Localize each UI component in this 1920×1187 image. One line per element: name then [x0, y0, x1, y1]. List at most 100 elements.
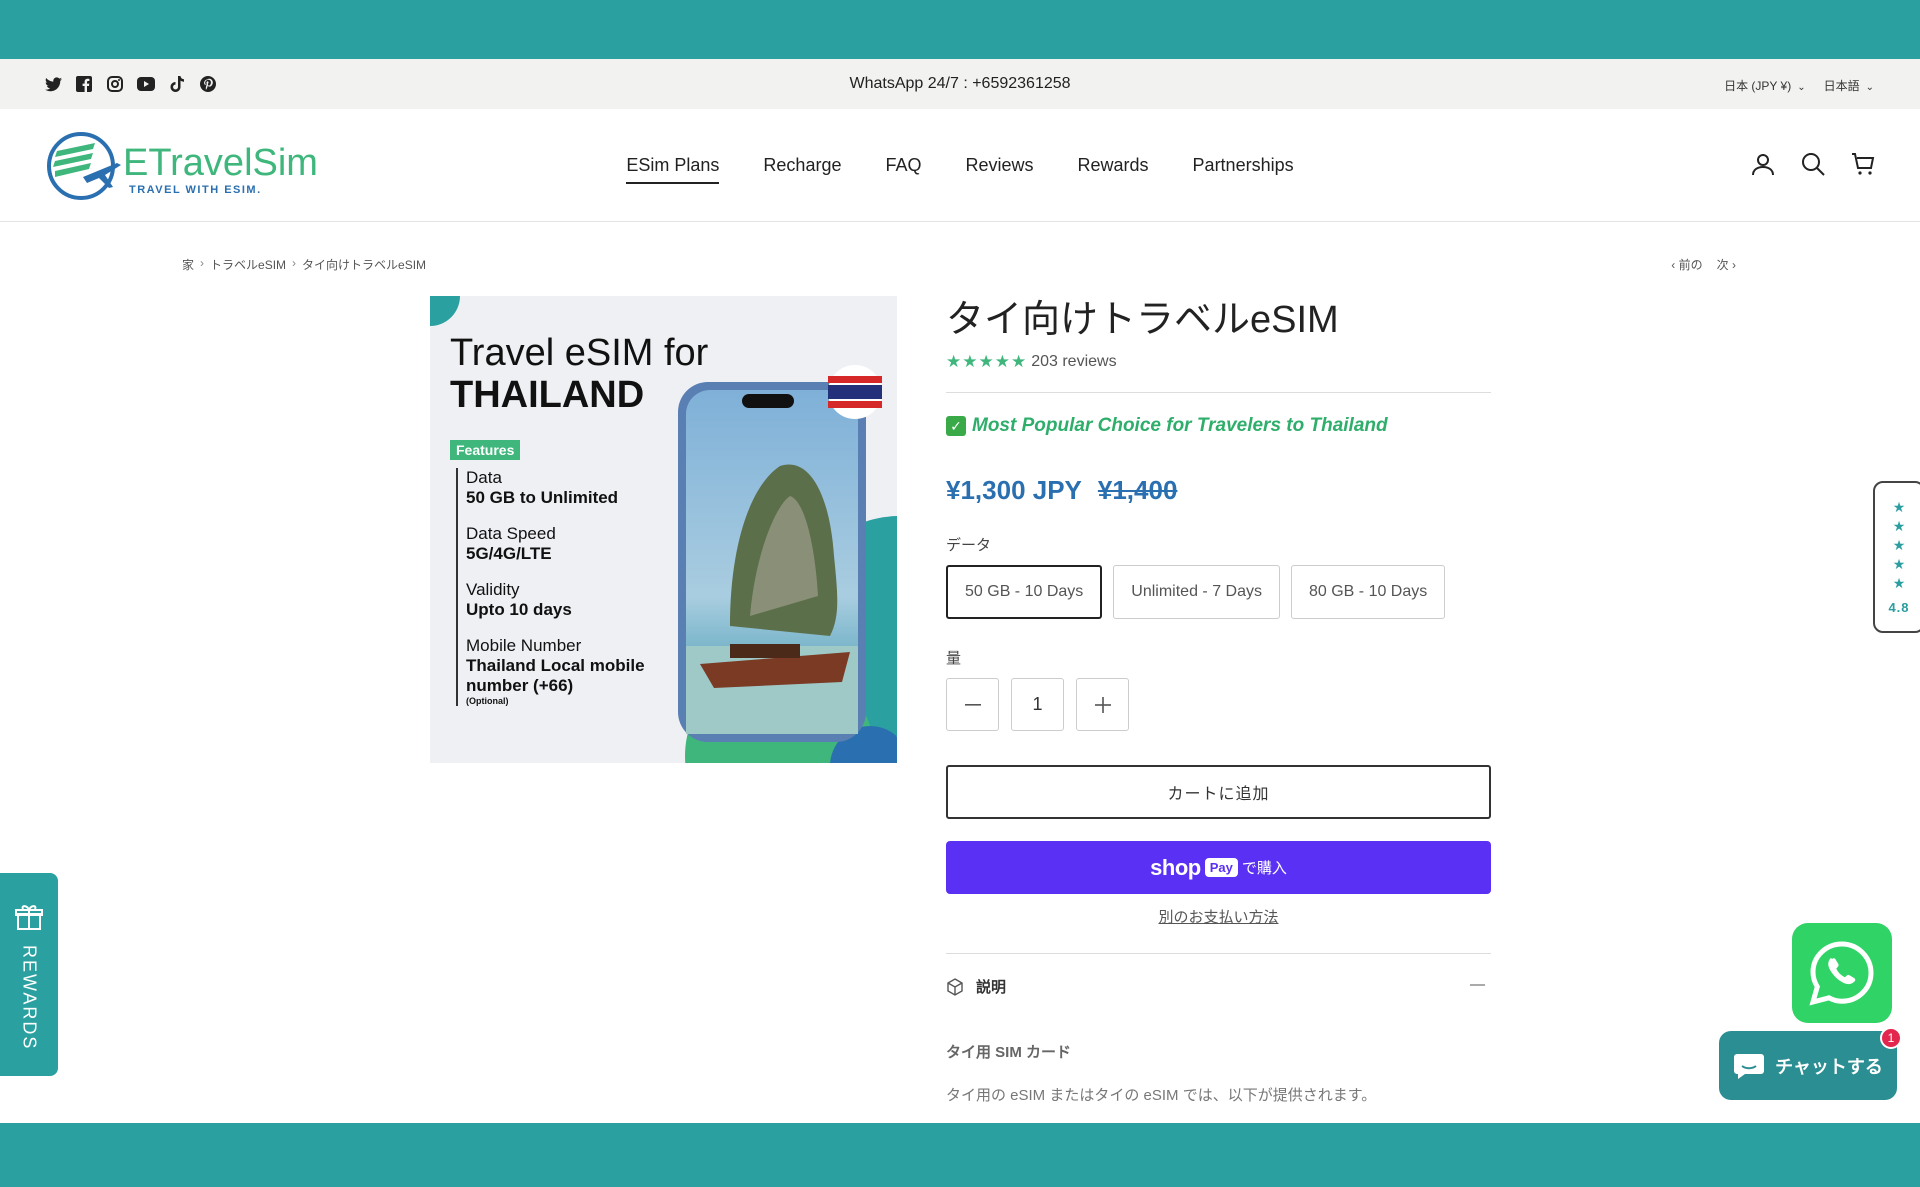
- feature-item: Data Speed 5G/4G/LTE: [466, 524, 676, 564]
- image-heading-line2: THAILAND: [450, 374, 645, 416]
- locale-selectors: 日本 (JPY ¥) ⌄ 日本語 ⌄: [1724, 77, 1874, 94]
- nav-faq[interactable]: FAQ: [885, 155, 921, 184]
- chevron-right-icon: ›: [1728, 258, 1736, 272]
- minus-icon: [964, 703, 981, 706]
- logo-tagline: TRAVEL WITH ESIM.: [129, 184, 262, 196]
- feature-value: Upto 10 days: [466, 600, 572, 619]
- feature-label: Data: [466, 468, 502, 487]
- tagline-text: Most Popular Choice for Travelers to Tha…: [972, 415, 1388, 436]
- shop-pay-buy-label: で購入: [1241, 860, 1287, 877]
- feature-value: Thailand Local mobile number (+66): [466, 656, 645, 695]
- description-label: 説明: [976, 979, 1007, 996]
- quantity-label: 量: [946, 650, 962, 667]
- nav-esim-plans[interactable]: ESim Plans: [626, 155, 720, 184]
- variant-80gb-10days[interactable]: 80 GB - 10 Days: [1290, 565, 1446, 619]
- language-selector[interactable]: 日本語 ⌄: [1824, 77, 1874, 94]
- currency-value: 日本 (JPY ¥): [1724, 79, 1792, 93]
- header-actions: [1750, 151, 1876, 177]
- chevron-left-icon: ‹: [1671, 258, 1679, 272]
- star-icon: ★: [1892, 499, 1906, 515]
- quantity-decrease-button[interactable]: [946, 678, 999, 731]
- breadcrumb-home[interactable]: 家: [182, 256, 194, 273]
- collapse-icon: —: [1470, 976, 1485, 993]
- star-icon: ★: [1892, 537, 1906, 553]
- language-value: 日本語: [1823, 79, 1860, 93]
- product-title: タイ向けトラベルeSIM: [946, 299, 1339, 341]
- shop-pay-logo: shop: [1150, 854, 1201, 880]
- feature-value: 5G/4G/LTE: [466, 544, 552, 563]
- nav-recharge[interactable]: Recharge: [763, 155, 841, 184]
- gift-icon: [15, 905, 43, 930]
- breadcrumb-travel-esim[interactable]: トラベルeSIM: [210, 256, 286, 273]
- star-icon: ★: [1892, 575, 1906, 591]
- box-icon: [947, 977, 963, 996]
- currency-selector[interactable]: 日本 (JPY ¥) ⌄: [1724, 77, 1806, 94]
- feature-label: Validity: [466, 580, 520, 599]
- data-option-label: データ: [946, 537, 992, 554]
- chevron-right-icon: ›: [200, 256, 205, 270]
- features-list: Data 50 GB to Unlimited Data Speed 5G/4G…: [456, 468, 676, 706]
- chevron-right-icon: ›: [292, 256, 297, 270]
- bottom-teal-band: [0, 1123, 1920, 1187]
- product-rating[interactable]: ★★★★★ 203 reviews: [946, 352, 1491, 372]
- whatsapp-button[interactable]: [1792, 923, 1892, 1023]
- cart-icon[interactable]: [1850, 151, 1876, 177]
- plus-icon: [1094, 696, 1111, 713]
- feature-item: Mobile Number Thailand Local mobile numb…: [466, 636, 676, 706]
- chat-notification-badge: 1: [1880, 1027, 1902, 1049]
- feature-note: (Optional): [466, 696, 509, 706]
- more-payment-options-link[interactable]: 別のお支払い方法: [946, 906, 1491, 927]
- rewards-launcher[interactable]: REWARDS: [0, 873, 58, 1076]
- nav-rewards[interactable]: Rewards: [1078, 155, 1149, 184]
- product-pagination: ‹ 前の 次 ›: [1671, 256, 1736, 273]
- whatsapp-announcement: WhatsApp 24/7 : +6592361258: [849, 75, 1071, 92]
- variant-unlimited-7days[interactable]: Unlimited - 7 Days: [1113, 565, 1280, 619]
- feature-value: 50 GB to Unlimited: [466, 488, 619, 507]
- main-nav: ESim Plans Recharge FAQ Reviews Rewards …: [0, 155, 1920, 184]
- account-icon[interactable]: [1750, 151, 1776, 177]
- quantity-increase-button[interactable]: [1076, 678, 1129, 731]
- review-count: 203 reviews: [1031, 353, 1117, 370]
- compare-price: ¥1,400: [1097, 475, 1178, 505]
- reviews-side-widget[interactable]: ★ ★ ★ ★ ★ 4.8: [1873, 481, 1920, 633]
- nav-partnerships[interactable]: Partnerships: [1193, 155, 1294, 184]
- shop-pay-button[interactable]: shop Pay で購入: [946, 841, 1491, 894]
- nav-reviews[interactable]: Reviews: [965, 155, 1033, 184]
- variant-50gb-10days[interactable]: 50 GB - 10 Days: [946, 565, 1103, 619]
- rewards-label: REWARDS: [19, 945, 40, 1051]
- rating-score: 4.8: [1888, 600, 1910, 615]
- feature-label: Data Speed: [466, 524, 556, 543]
- divider: [946, 392, 1491, 393]
- quantity-input[interactable]: 1: [1011, 678, 1064, 731]
- chevron-down-icon: ⌄: [1797, 82, 1806, 93]
- shop-pay-badge: Pay: [1204, 858, 1238, 877]
- price-block: ¥1,300 JPY ¥1,400: [946, 475, 1491, 506]
- breadcrumb: 家 › トラベルeSIM › タイ向けトラベルeSIM: [182, 256, 426, 273]
- search-icon[interactable]: [1800, 151, 1826, 177]
- feature-item: Data 50 GB to Unlimited: [466, 468, 676, 508]
- next-product-link[interactable]: 次 ›: [1717, 256, 1736, 273]
- feature-item: Validity Upto 10 days: [466, 580, 676, 620]
- site-header: ETravelSim TRAVEL WITH ESIM. ESim Plans …: [0, 109, 1920, 222]
- prev-label: 前の: [1678, 258, 1703, 272]
- next-label: 次: [1716, 258, 1729, 272]
- chevron-down-icon: ⌄: [1865, 82, 1874, 93]
- product-image[interactable]: Travel eSIM for THAILAND Features Data 5…: [430, 296, 897, 763]
- star-icon: ★: [1892, 556, 1906, 572]
- product-info: タイ向けトラベルeSIM ★★★★★ 203 reviews ✓ Most Po…: [946, 296, 1491, 1105]
- image-copy: Travel eSIM for THAILAND Features Data 5…: [450, 332, 708, 706]
- star-rating-icon: ★★★★★: [946, 352, 1028, 371]
- sale-price: ¥1,300 JPY: [946, 475, 1082, 505]
- add-to-cart-button[interactable]: カートに追加: [946, 765, 1491, 819]
- star-icon: ★: [1892, 518, 1906, 534]
- breadcrumb-current: タイ向けトラベルeSIM: [302, 258, 427, 272]
- prev-product-link[interactable]: ‹ 前の: [1671, 256, 1702, 273]
- quantity-stepper: 1: [946, 678, 1491, 731]
- description-accordion[interactable]: 説明 —: [946, 953, 1491, 997]
- popular-tagline: ✓ Most Popular Choice for Travelers to T…: [946, 415, 1491, 437]
- announcement-bar: WhatsApp 24/7 : +6592361258 日本 (JPY ¥) ⌄ …: [0, 59, 1920, 109]
- whatsapp-icon: [1809, 941, 1874, 1006]
- feature-label: Mobile Number: [466, 636, 582, 655]
- chat-button[interactable]: チャットする: [1719, 1031, 1897, 1100]
- features-badge: Features: [450, 440, 521, 460]
